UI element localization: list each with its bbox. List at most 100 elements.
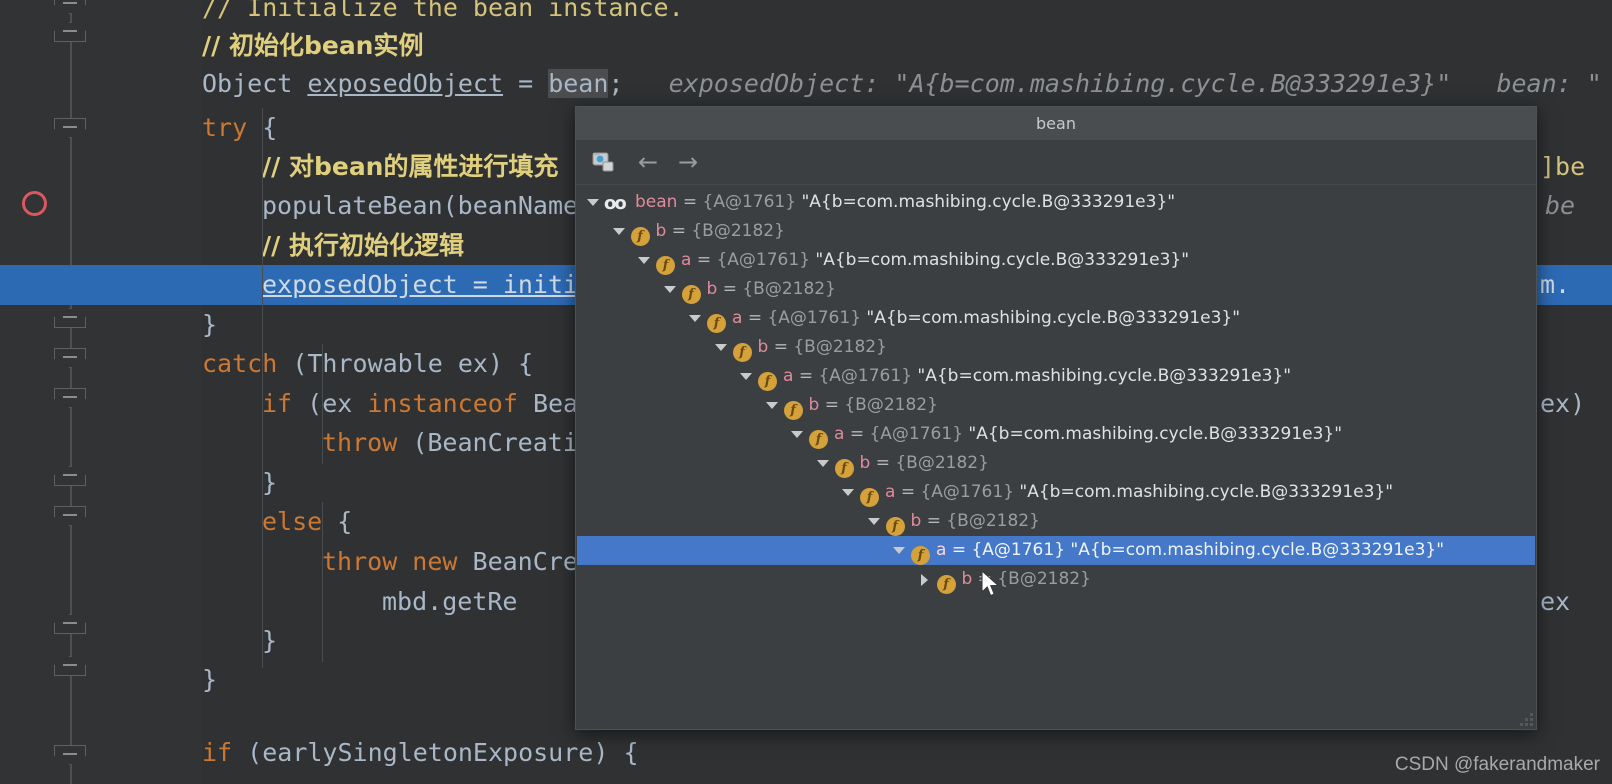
tree-row[interactable]: fb = {B@2182} bbox=[577, 275, 1535, 304]
field-icon: f bbox=[860, 488, 879, 507]
resize-grip[interactable] bbox=[1519, 712, 1533, 726]
variable-value: "A{b=com.mashibing.cycle.B@333291e3}" bbox=[912, 366, 1292, 386]
code-line: // 初始化bean实例 bbox=[0, 26, 1612, 66]
variable-equals: = bbox=[895, 482, 921, 502]
code-line-text: else { bbox=[202, 502, 352, 542]
chevron-down-icon[interactable] bbox=[738, 362, 755, 391]
tree-row[interactable]: fa = {A@1761} "A{b=com.mashibing.cycle.B… bbox=[577, 304, 1535, 333]
variable-value: "A{b=com.mashibing.cycle.B@333291e3}" bbox=[796, 192, 1176, 212]
tree-row[interactable]: fb = {B@2182} bbox=[577, 507, 1535, 536]
tree-row[interactable]: fb = {B@2182} bbox=[577, 333, 1535, 362]
chevron-down-icon[interactable] bbox=[585, 188, 602, 217]
top-artifact bbox=[1180, 0, 1600, 6]
variable-object-id: {B@2182} bbox=[895, 453, 989, 473]
variable-object-id: {B@2182} bbox=[946, 511, 1040, 531]
field-icon: f bbox=[656, 256, 675, 275]
chevron-right-icon[interactable] bbox=[917, 565, 934, 594]
variable-value: "A{b=com.mashibing.cycle.B@333291e3}" bbox=[1014, 482, 1394, 502]
variable-object-id: {B@2182} bbox=[844, 395, 938, 415]
tree-row[interactable]: fb = {B@2182} bbox=[577, 391, 1535, 420]
variable-name: a bbox=[681, 250, 692, 270]
code-token: Object bbox=[202, 69, 308, 98]
code-token: (BeanCreati bbox=[397, 428, 578, 457]
chevron-down-icon[interactable] bbox=[866, 507, 883, 536]
code-token: } bbox=[262, 626, 278, 655]
field-icon: f bbox=[732, 343, 752, 362]
chevron-down-icon[interactable] bbox=[636, 246, 653, 275]
code-fragment-text: ]be bbox=[1540, 152, 1586, 181]
popup-title: bean bbox=[576, 107, 1536, 141]
code-token: // Initialize the bean instance. bbox=[202, 0, 684, 22]
code-token: else bbox=[262, 507, 323, 536]
variable-name: a bbox=[885, 482, 896, 502]
variable-equals: = bbox=[666, 221, 692, 241]
back-arrow-icon[interactable]: ← bbox=[632, 146, 664, 178]
tree-row[interactable]: fb = {B@2182} bbox=[577, 217, 1535, 246]
tree-row[interactable]: fa = {A@1761} "A{b=com.mashibing.cycle.B… bbox=[577, 478, 1535, 507]
code-line: if (earlySingletonExposure) { bbox=[0, 733, 1612, 773]
code-token: bean bbox=[548, 69, 609, 98]
code-token: { bbox=[322, 507, 353, 536]
variable-object-id: {A@1761} bbox=[818, 366, 913, 386]
variable-value: "A{b=com.mashibing.cycle.B@333291e3}" bbox=[963, 424, 1343, 444]
code-line: Object exposedObject = bean; exposedObje… bbox=[0, 64, 1612, 104]
code-token: if bbox=[202, 738, 233, 767]
code-token: throw bbox=[322, 428, 398, 457]
variable-equals: = bbox=[972, 569, 998, 589]
variable-name: b bbox=[808, 395, 820, 415]
code-token: catch bbox=[202, 349, 278, 378]
value-inspect-popup[interactable]: bean ← → oo bean = {A@1761} "A{b=com.mash… bbox=[575, 106, 1537, 730]
variables-tree[interactable]: oo bean = {A@1761} "A{b=com.mashibing.cyc… bbox=[577, 185, 1535, 728]
field-icon: f bbox=[885, 517, 905, 536]
variable-equals: = bbox=[921, 511, 947, 531]
code-line-text: } bbox=[202, 621, 277, 661]
watch-glasses-icon: oo bbox=[604, 193, 627, 214]
code-token: } bbox=[202, 310, 218, 339]
code-line-text: // Initialize the bean instance. bbox=[202, 0, 684, 28]
code-token: throw new bbox=[322, 547, 458, 576]
variable-equals: = bbox=[819, 395, 845, 415]
code-line-text: throw new BeanCre bbox=[202, 542, 578, 582]
tree-row[interactable]: fa = {A@1761} "A{b=com.mashibing.cycle.B… bbox=[577, 420, 1535, 449]
variable-equals: = bbox=[691, 250, 717, 270]
variable-name: a bbox=[834, 424, 845, 444]
chevron-down-icon[interactable] bbox=[713, 333, 730, 362]
tree-row-content: fa = {A@1761} "A{b=com.mashibing.cycle.B… bbox=[577, 304, 1240, 333]
tree-row-content: fb = {B@2182} bbox=[577, 565, 1091, 594]
code-fragment-text: be bbox=[1545, 191, 1576, 220]
chevron-down-icon[interactable] bbox=[662, 275, 679, 304]
chevron-down-icon[interactable] bbox=[891, 536, 908, 565]
tree-row[interactable]: oo bean = {A@1761} "A{b=com.mashibing.cyc… bbox=[577, 188, 1535, 217]
popup-toolbar[interactable]: ← → bbox=[576, 140, 1536, 185]
variable-value: "A{b=com.mashibing.cycle.B@333291e3}" bbox=[810, 250, 1190, 270]
tree-row[interactable]: fa = {A@1761} "A{b=com.mashibing.cycle.B… bbox=[577, 246, 1535, 275]
code-token: // 初始化bean实例 bbox=[202, 31, 424, 60]
field-icon: f bbox=[783, 401, 803, 420]
variable-object-id: {B@2182} bbox=[997, 569, 1091, 589]
chevron-down-icon[interactable] bbox=[687, 304, 704, 333]
code-token: } bbox=[262, 468, 278, 497]
variable-name: a bbox=[732, 308, 743, 328]
tree-row-content: oo bean = {A@1761} "A{b=com.mashibing.cyc… bbox=[577, 188, 1175, 218]
tree-row-content: fb = {B@2182} bbox=[577, 449, 989, 478]
chevron-down-icon[interactable] bbox=[764, 391, 781, 420]
chevron-down-icon[interactable] bbox=[611, 217, 628, 246]
tree-row-content: fb = {B@2182} bbox=[577, 333, 887, 362]
chevron-down-icon[interactable] bbox=[789, 420, 806, 449]
variable-name: a bbox=[936, 540, 947, 560]
tree-row[interactable]: fb = {B@2182} bbox=[577, 449, 1535, 478]
variable-object-id: {A@1761} bbox=[702, 192, 797, 212]
code-token: exposedObject: "A{b=com.mashibing.cycle.… bbox=[623, 69, 1602, 98]
tree-row-selected[interactable]: fa = {A@1761} "A{b=com.mashibing.cycle.B… bbox=[577, 536, 1535, 565]
chevron-down-icon[interactable] bbox=[840, 478, 857, 507]
code-line-text: // 初始化bean实例 bbox=[202, 26, 424, 66]
tree-row-content: fb = {B@2182} bbox=[577, 507, 1040, 536]
tree-row[interactable]: fa = {A@1761} "A{b=com.mashibing.cycle.B… bbox=[577, 362, 1535, 391]
tree-row-content: fb = {B@2182} bbox=[577, 391, 938, 420]
copy-value-icon[interactable] bbox=[588, 146, 620, 178]
code-token: = bbox=[503, 69, 549, 98]
tree-row-content: fb = {B@2182} bbox=[577, 275, 836, 304]
forward-arrow-icon[interactable]: → bbox=[672, 146, 704, 178]
chevron-down-icon[interactable] bbox=[815, 449, 832, 478]
tree-row[interactable]: fb = {B@2182} bbox=[577, 565, 1535, 594]
